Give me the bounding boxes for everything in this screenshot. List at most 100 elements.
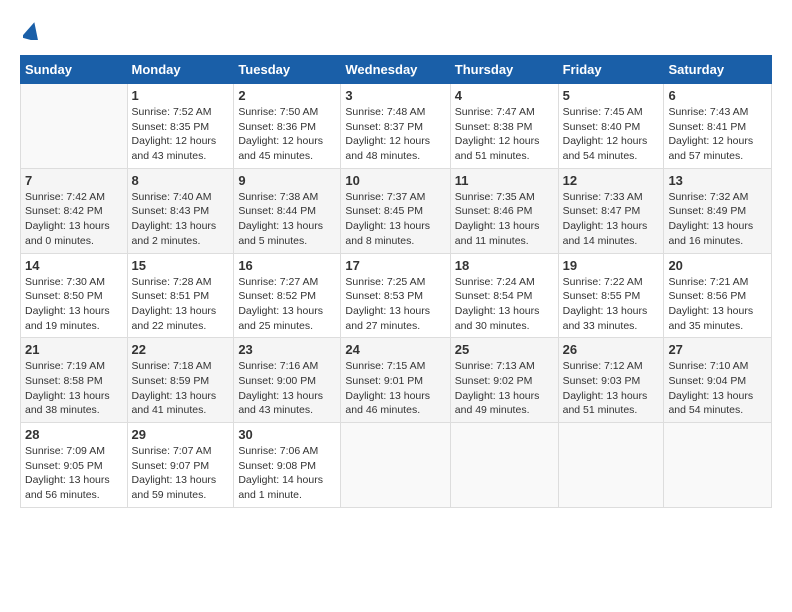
day-cell: 14 Sunrise: 7:30 AM Sunset: 8:50 PM Dayli… xyxy=(21,253,128,338)
day-cell: 23Sunrise: 7:16 AM Sunset: 9:00 PM Dayli… xyxy=(234,338,341,423)
day-number: 20 xyxy=(668,258,767,273)
day-info: Sunrise: 7:27 AM Sunset: 8:52 PM Dayligh… xyxy=(238,275,336,334)
calendar-table: Sunday Monday Tuesday Wednesday Thursday… xyxy=(20,55,772,508)
col-wednesday: Wednesday xyxy=(341,56,450,84)
day-info: Sunrise: 7:16 AM Sunset: 9:00 PM Dayligh… xyxy=(238,359,336,418)
day-number: 27 xyxy=(668,342,767,357)
day-cell: 6 Sunrise: 7:43 AM Sunset: 8:41 PM Daylig… xyxy=(664,84,772,169)
day-info: Sunrise: 7:18 AM Sunset: 8:59 PM Dayligh… xyxy=(132,359,230,418)
day-cell: 30 Sunrise: 7:06 AM Sunset: 9:08 PM Dayli… xyxy=(234,423,341,508)
day-info: Sunrise: 7:43 AM Sunset: 8:41 PM Dayligh… xyxy=(668,105,767,164)
day-number: 22 xyxy=(132,342,230,357)
day-number: 9 xyxy=(238,173,336,188)
day-number: 8 xyxy=(132,173,230,188)
day-info: Sunrise: 7:15 AM Sunset: 9:01 PM Dayligh… xyxy=(345,359,445,418)
day-number: 11 xyxy=(455,173,554,188)
day-info: Sunrise: 7:52 AM Sunset: 8:35 PM Dayligh… xyxy=(132,105,230,164)
day-info: Sunrise: 7:30 AM Sunset: 8:50 PM Dayligh… xyxy=(25,275,123,334)
day-info: Sunrise: 7:42 AM Sunset: 8:42 PM Dayligh… xyxy=(25,190,123,249)
day-info: Sunrise: 7:09 AM Sunset: 9:05 PM Dayligh… xyxy=(25,444,123,503)
day-cell xyxy=(21,84,128,169)
day-info: Sunrise: 7:37 AM Sunset: 8:45 PM Dayligh… xyxy=(345,190,445,249)
day-cell: 9 Sunrise: 7:38 AM Sunset: 8:44 PM Daylig… xyxy=(234,168,341,253)
day-info: Sunrise: 7:21 AM Sunset: 8:56 PM Dayligh… xyxy=(668,275,767,334)
day-number: 3 xyxy=(345,88,445,103)
day-info: Sunrise: 7:12 AM Sunset: 9:03 PM Dayligh… xyxy=(563,359,660,418)
day-number: 29 xyxy=(132,427,230,442)
day-info: Sunrise: 7:45 AM Sunset: 8:40 PM Dayligh… xyxy=(563,105,660,164)
day-number: 30 xyxy=(238,427,336,442)
day-number: 24 xyxy=(345,342,445,357)
day-info: Sunrise: 7:47 AM Sunset: 8:38 PM Dayligh… xyxy=(455,105,554,164)
day-number: 17 xyxy=(345,258,445,273)
day-cell: 20 Sunrise: 7:21 AM Sunset: 8:56 PM Dayli… xyxy=(664,253,772,338)
col-thursday: Thursday xyxy=(450,56,558,84)
day-info: Sunrise: 7:06 AM Sunset: 9:08 PM Dayligh… xyxy=(238,444,336,503)
day-info: Sunrise: 7:28 AM Sunset: 8:51 PM Dayligh… xyxy=(132,275,230,334)
day-info: Sunrise: 7:48 AM Sunset: 8:37 PM Dayligh… xyxy=(345,105,445,164)
week-row-2: 7 Sunrise: 7:42 AM Sunset: 8:42 PM Daylig… xyxy=(21,168,772,253)
page-header xyxy=(20,20,772,45)
day-cell xyxy=(450,423,558,508)
day-number: 2 xyxy=(238,88,336,103)
day-info: Sunrise: 7:24 AM Sunset: 8:54 PM Dayligh… xyxy=(455,275,554,334)
day-cell: 15 Sunrise: 7:28 AM Sunset: 8:51 PM Dayli… xyxy=(127,253,234,338)
day-number: 16 xyxy=(238,258,336,273)
day-cell: 4 Sunrise: 7:47 AM Sunset: 8:38 PM Daylig… xyxy=(450,84,558,169)
day-number: 4 xyxy=(455,88,554,103)
day-cell: 26Sunrise: 7:12 AM Sunset: 9:03 PM Dayli… xyxy=(558,338,664,423)
day-cell: 22 Sunrise: 7:18 AM Sunset: 8:59 PM Dayli… xyxy=(127,338,234,423)
day-cell: 21 Sunrise: 7:19 AM Sunset: 8:58 PM Dayli… xyxy=(21,338,128,423)
day-cell: 8 Sunrise: 7:40 AM Sunset: 8:43 PM Daylig… xyxy=(127,168,234,253)
day-number: 10 xyxy=(345,173,445,188)
col-monday: Monday xyxy=(127,56,234,84)
day-info: Sunrise: 7:10 AM Sunset: 9:04 PM Dayligh… xyxy=(668,359,767,418)
day-info: Sunrise: 7:13 AM Sunset: 9:02 PM Dayligh… xyxy=(455,359,554,418)
day-info: Sunrise: 7:25 AM Sunset: 8:53 PM Dayligh… xyxy=(345,275,445,334)
day-info: Sunrise: 7:40 AM Sunset: 8:43 PM Dayligh… xyxy=(132,190,230,249)
col-saturday: Saturday xyxy=(664,56,772,84)
day-number: 6 xyxy=(668,88,767,103)
day-number: 18 xyxy=(455,258,554,273)
col-sunday: Sunday xyxy=(21,56,128,84)
day-number: 15 xyxy=(132,258,230,273)
calendar-body: 1Sunrise: 7:52 AM Sunset: 8:35 PM Daylig… xyxy=(21,84,772,508)
day-cell: 24 Sunrise: 7:15 AM Sunset: 9:01 PM Dayli… xyxy=(341,338,450,423)
day-cell: 2Sunrise: 7:50 AM Sunset: 8:36 PM Daylig… xyxy=(234,84,341,169)
day-cell: 10 Sunrise: 7:37 AM Sunset: 8:45 PM Dayli… xyxy=(341,168,450,253)
day-info: Sunrise: 7:07 AM Sunset: 9:07 PM Dayligh… xyxy=(132,444,230,503)
day-cell: 12Sunrise: 7:33 AM Sunset: 8:47 PM Dayli… xyxy=(558,168,664,253)
week-row-1: 1Sunrise: 7:52 AM Sunset: 8:35 PM Daylig… xyxy=(21,84,772,169)
day-info: Sunrise: 7:32 AM Sunset: 8:49 PM Dayligh… xyxy=(668,190,767,249)
day-number: 14 xyxy=(25,258,123,273)
day-cell: 19 Sunrise: 7:22 AM Sunset: 8:55 PM Dayli… xyxy=(558,253,664,338)
day-number: 5 xyxy=(563,88,660,103)
day-cell: 1Sunrise: 7:52 AM Sunset: 8:35 PM Daylig… xyxy=(127,84,234,169)
day-number: 21 xyxy=(25,342,123,357)
day-cell: 16 Sunrise: 7:27 AM Sunset: 8:52 PM Dayli… xyxy=(234,253,341,338)
day-cell xyxy=(341,423,450,508)
week-row-4: 21 Sunrise: 7:19 AM Sunset: 8:58 PM Dayli… xyxy=(21,338,772,423)
day-number: 19 xyxy=(563,258,660,273)
day-cell: 25 Sunrise: 7:13 AM Sunset: 9:02 PM Dayli… xyxy=(450,338,558,423)
day-cell: 13 Sunrise: 7:32 AM Sunset: 8:49 PM Dayli… xyxy=(664,168,772,253)
logo-icon xyxy=(23,22,41,40)
day-info: Sunrise: 7:19 AM Sunset: 8:58 PM Dayligh… xyxy=(25,359,123,418)
day-cell xyxy=(558,423,664,508)
day-info: Sunrise: 7:38 AM Sunset: 8:44 PM Dayligh… xyxy=(238,190,336,249)
header-row: Sunday Monday Tuesday Wednesday Thursday… xyxy=(21,56,772,84)
day-info: Sunrise: 7:35 AM Sunset: 8:46 PM Dayligh… xyxy=(455,190,554,249)
col-tuesday: Tuesday xyxy=(234,56,341,84)
logo xyxy=(20,20,41,45)
week-row-5: 28Sunrise: 7:09 AM Sunset: 9:05 PM Dayli… xyxy=(21,423,772,508)
day-number: 13 xyxy=(668,173,767,188)
day-number: 12 xyxy=(563,173,660,188)
day-cell: 7 Sunrise: 7:42 AM Sunset: 8:42 PM Daylig… xyxy=(21,168,128,253)
week-row-3: 14 Sunrise: 7:30 AM Sunset: 8:50 PM Dayli… xyxy=(21,253,772,338)
day-cell: 28Sunrise: 7:09 AM Sunset: 9:05 PM Dayli… xyxy=(21,423,128,508)
day-number: 7 xyxy=(25,173,123,188)
day-cell: 18 Sunrise: 7:24 AM Sunset: 8:54 PM Dayli… xyxy=(450,253,558,338)
day-cell: 29 Sunrise: 7:07 AM Sunset: 9:07 PM Dayli… xyxy=(127,423,234,508)
day-info: Sunrise: 7:22 AM Sunset: 8:55 PM Dayligh… xyxy=(563,275,660,334)
day-number: 25 xyxy=(455,342,554,357)
